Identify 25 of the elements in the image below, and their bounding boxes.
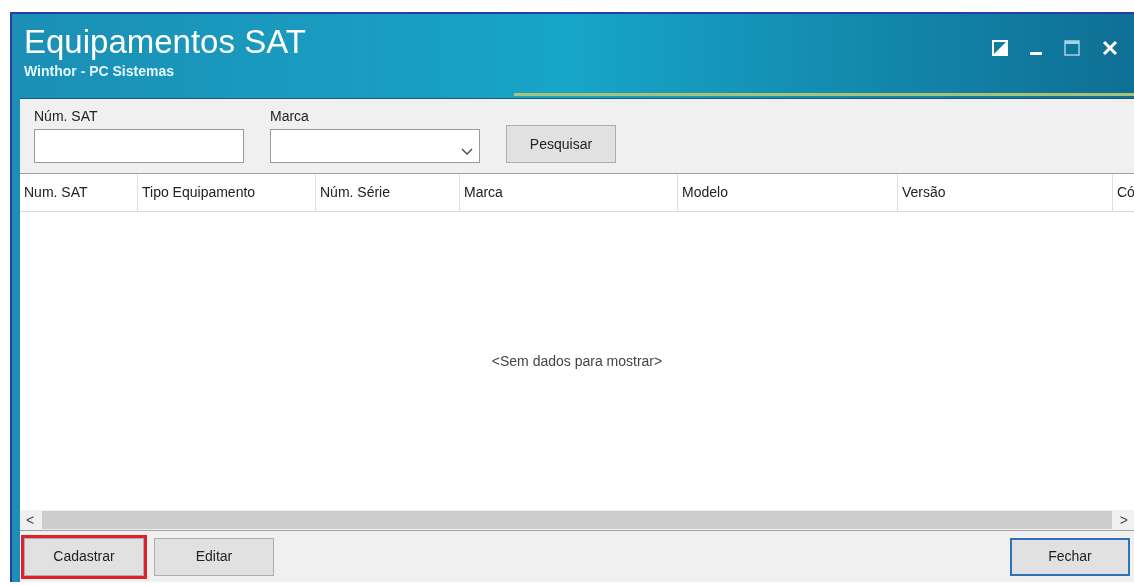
horizontal-scrollbar[interactable]: < > — [20, 510, 1134, 530]
input-field[interactable] — [34, 129, 244, 163]
field-label: Marca — [270, 107, 310, 125]
dropdown-field[interactable] — [270, 129, 480, 163]
field-label: Núm. SAT — [34, 107, 99, 125]
scroll-right-arrow[interactable]: > — [1119, 509, 1128, 531]
maximize-icon[interactable] — [1064, 40, 1080, 56]
column-header[interactable]: Modelo — [678, 174, 898, 211]
action-button[interactable]: Fechar — [1010, 537, 1130, 576]
empty-message: <Sem dados para mostrar> — [491, 351, 663, 371]
chevron-down-icon — [461, 148, 473, 156]
window-title: Equipamentos SAT — [24, 22, 306, 62]
column-header[interactable]: Versão — [898, 174, 1113, 211]
restore-icon[interactable] — [992, 40, 1008, 56]
search-button[interactable]: Pesquisar — [506, 125, 616, 163]
column-header[interactable]: Có — [1113, 174, 1134, 211]
column-header[interactable]: Num. SAT — [20, 174, 138, 211]
scroll-left-arrow[interactable]: < — [26, 509, 35, 531]
column-header[interactable]: Núm. Série — [316, 174, 460, 211]
action-button[interactable]: Cadastrar — [24, 537, 144, 576]
column-header[interactable]: Marca — [460, 174, 678, 211]
action-button[interactable]: Editar — [154, 537, 274, 576]
window-subtitle: Winthor - PC Sistemas — [24, 62, 175, 80]
close-icon[interactable] — [1102, 40, 1118, 56]
column-header[interactable]: Tipo Equipamento — [138, 174, 316, 211]
